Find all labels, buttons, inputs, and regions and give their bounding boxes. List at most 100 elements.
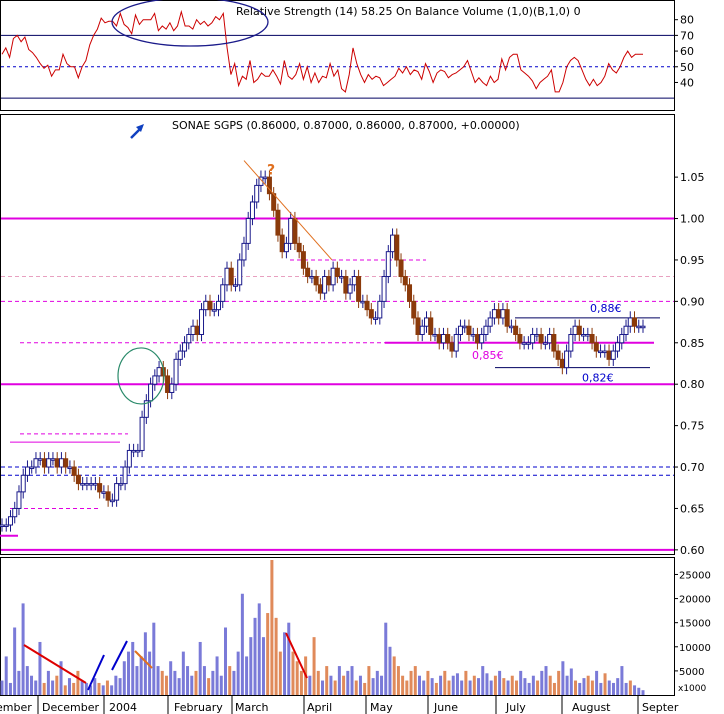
price-candle-body <box>462 325 468 329</box>
price-candle-body <box>275 209 281 236</box>
volume-bar <box>607 680 611 695</box>
price-candle-body <box>63 458 69 468</box>
price-candle-body <box>152 375 158 385</box>
price-candle-body <box>139 416 145 451</box>
volume-bar <box>396 666 400 695</box>
volume-bar <box>51 680 55 695</box>
volume-bar <box>561 661 565 695</box>
volume-bar <box>595 670 599 695</box>
volume-bar <box>367 666 371 695</box>
price-candle-body <box>424 317 430 327</box>
volume-bar <box>506 680 510 695</box>
price-candle-body <box>92 483 98 486</box>
volume-bar <box>42 682 46 695</box>
price-candle-body <box>215 300 221 311</box>
volume-bar <box>228 666 232 695</box>
volume-bar <box>97 682 101 695</box>
volume-bar <box>384 622 388 695</box>
price-candle-body <box>97 483 103 493</box>
price-candle-body <box>203 300 209 311</box>
price-candle-body <box>300 251 306 269</box>
price-candle-body <box>627 317 633 327</box>
price-candle-body <box>220 284 226 302</box>
volume-bar <box>135 666 139 695</box>
volume-bar <box>198 641 202 695</box>
price-candle-body <box>211 309 217 312</box>
volume-bar <box>434 682 438 695</box>
volume-bar <box>93 678 97 695</box>
price-candle-body <box>432 334 438 337</box>
price-candle-body <box>148 383 154 402</box>
price-candle-body <box>279 234 285 253</box>
volume-tick-label: 10000 <box>679 643 711 654</box>
price-candle-body <box>487 317 493 327</box>
price-candle-body <box>453 334 459 352</box>
price-candle-body <box>598 350 604 354</box>
volume-bar <box>257 603 261 695</box>
price-candle-body <box>16 491 22 509</box>
price-candle-body <box>568 334 574 352</box>
volume-bar <box>207 678 211 695</box>
volume-bar <box>557 670 561 695</box>
price-tick-label: 0.95 <box>680 254 705 267</box>
price-candle-body <box>534 334 540 337</box>
month-label: ember <box>0 701 32 714</box>
volume-bar <box>46 670 50 695</box>
volume-bar <box>8 682 12 695</box>
price-candle-body <box>75 474 81 485</box>
question-mark-annotation: ? <box>267 163 275 179</box>
price-candle-body <box>585 334 591 337</box>
price-candle-body <box>122 466 128 485</box>
volume-bar <box>278 651 282 695</box>
price-candle-body <box>199 309 205 335</box>
volume-bar <box>202 666 206 695</box>
price-tick-label: 0.75 <box>680 420 705 433</box>
month-label: May <box>370 701 393 714</box>
price-candle-body <box>29 466 35 470</box>
price-candle-body <box>436 334 442 344</box>
price-candle-body <box>165 375 171 393</box>
price-candle-body <box>24 466 30 476</box>
price-candle-body <box>525 342 531 345</box>
volume-bar <box>460 680 464 695</box>
price-candle-body <box>377 300 383 319</box>
price-candle-body <box>105 491 111 501</box>
month-label: February <box>174 701 223 714</box>
price-candle-body <box>351 276 357 286</box>
price-panel-title: SONAE SGPS (0.86000, 0.87000, 0.86000, 0… <box>172 119 520 132</box>
price-candle-body <box>513 325 519 335</box>
price-candle-body <box>555 350 561 360</box>
price-candle-body <box>411 300 417 319</box>
price-candle-body <box>118 483 124 486</box>
price-candle-body <box>491 309 497 319</box>
volume-bar <box>447 680 451 695</box>
volume-bar <box>101 685 105 695</box>
price-candle-body <box>347 284 353 294</box>
price-candle-body <box>530 334 536 344</box>
volume-bar <box>455 673 459 695</box>
volume-bar <box>4 656 8 695</box>
price-candle-body <box>80 483 86 486</box>
price-candle-body <box>402 276 408 286</box>
volume-bar <box>173 670 177 695</box>
price-candle-body <box>169 383 175 393</box>
volume-bar <box>131 641 135 695</box>
volume-bar <box>152 622 156 695</box>
volume-bar <box>295 661 299 695</box>
volume-bar <box>493 675 497 695</box>
price-candle-body <box>41 458 47 468</box>
price-candle-body <box>7 516 13 526</box>
price-candle-body <box>84 483 90 486</box>
price-candle-body <box>343 276 349 294</box>
volume-bar <box>599 682 603 695</box>
rsi-panel: Relative Strength (14) 58.25 On Balance … <box>0 0 694 111</box>
price-candle-body <box>394 234 400 261</box>
volume-bar <box>169 661 173 695</box>
volume-bar <box>325 666 329 695</box>
volume-bar <box>514 680 518 695</box>
volume-bar <box>582 678 586 695</box>
price-candle-body <box>407 284 413 302</box>
price-candle-body <box>249 201 255 220</box>
volume-bar <box>392 656 396 695</box>
volume-bar <box>540 670 544 695</box>
